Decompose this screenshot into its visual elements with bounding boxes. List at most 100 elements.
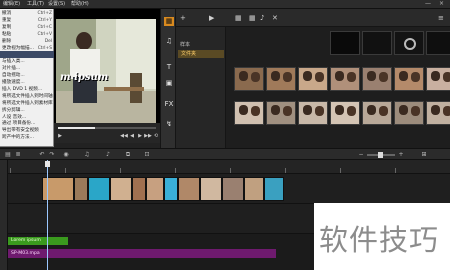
video-clip[interactable] <box>244 177 264 201</box>
fit-icon[interactable]: ⊞ <box>420 151 428 159</box>
video-clip[interactable] <box>178 177 200 201</box>
audio-icon[interactable]: ♫ <box>164 37 174 46</box>
path-icon[interactable]: ↯ <box>164 120 174 129</box>
watermark: 软件技巧 <box>314 203 450 270</box>
menu-settings[interactable]: 设置(S) <box>48 1 65 8</box>
menu-item-label: 拆分剪辑... <box>2 107 25 113</box>
storyboard-icon[interactable]: ▤ <box>4 151 12 159</box>
nav-samples[interactable]: 样本 <box>180 41 190 48</box>
fx-icon[interactable]: FX <box>164 100 174 109</box>
thumbnail-image <box>271 71 280 81</box>
preview-window[interactable]: m ipsum <box>54 9 160 123</box>
redo-icon[interactable]: ↷ <box>48 151 56 159</box>
zoom-in-icon[interactable]: + <box>397 151 405 159</box>
record-icon[interactable]: ◉ <box>62 151 70 159</box>
repeat-icon[interactable]: ⟲ <box>152 133 160 140</box>
playhead[interactable] <box>47 160 48 270</box>
show-photo-icon[interactable]: ▦ <box>249 14 256 22</box>
playhead-handle[interactable] <box>45 161 50 167</box>
add-folder-icon[interactable]: + <box>180 14 186 22</box>
preview-progress-bar[interactable] <box>58 127 156 129</box>
auto-music-icon[interactable]: ♪ <box>104 151 112 159</box>
title-icon[interactable]: T <box>164 63 174 72</box>
show-video-icon[interactable]: ▦ <box>235 14 242 22</box>
thumbnail-image <box>411 106 420 116</box>
media-thumbnail[interactable] <box>266 101 296 125</box>
thumbnail-image <box>443 106 450 116</box>
timeline-view-icon[interactable]: ≣ <box>14 151 22 159</box>
media-thumbnail[interactable] <box>234 67 264 91</box>
thumbnail-image <box>379 106 388 116</box>
menu-item-label: 通过 项目备份... <box>2 121 36 127</box>
video-clip[interactable] <box>222 177 244 201</box>
watermark-text: 软件技巧 <box>319 223 440 257</box>
ruler-tick <box>175 168 176 173</box>
menu-item-label: 将所选文件插入到时间轴 <box>2 93 53 99</box>
menu-item-label: 更改视为幅描... <box>2 45 34 51</box>
mixer-icon[interactable]: ♫ <box>83 151 91 159</box>
ruler-tick <box>340 168 341 173</box>
media-thumbnail[interactable] <box>330 101 360 125</box>
prev-frame-icon[interactable]: ◀ <box>128 133 136 140</box>
thumbnail-image <box>283 106 292 116</box>
forward-icon[interactable]: ▶▶ <box>144 133 152 140</box>
media-thumbnail[interactable] <box>362 101 392 125</box>
thumbnail-image <box>347 106 356 116</box>
menu-item-label: 将所选文件插入到素材库 <box>2 100 53 106</box>
thumbnail-image <box>431 71 440 81</box>
import-icon[interactable]: ▶ <box>209 14 214 22</box>
thumbnail-image <box>399 105 408 115</box>
video-track <box>8 174 450 204</box>
video-clip[interactable] <box>88 177 110 201</box>
music-clip[interactable]: SP-M03.mpa <box>8 249 276 258</box>
media-thumbnail[interactable] <box>330 31 360 55</box>
view-options-icon[interactable]: ≡ <box>438 14 444 22</box>
thumbnail-image <box>283 72 292 82</box>
media-thumbnail[interactable] <box>298 67 328 91</box>
menu-tools[interactable]: 工具(T) <box>27 1 44 8</box>
video-clip[interactable] <box>200 177 222 201</box>
media-thumbnail[interactable] <box>426 67 450 91</box>
title-clip[interactable]: Lorem ipsum <box>8 237 68 245</box>
menu-item-label: 导出带有安全视频 <box>2 128 39 134</box>
media-thumbnail[interactable] <box>394 67 424 91</box>
video-clip[interactable] <box>264 177 284 201</box>
video-clip[interactable] <box>132 177 146 201</box>
media-thumbnail[interactable] <box>362 31 392 55</box>
media-thumbnail[interactable] <box>394 31 424 55</box>
thumbnail-image <box>239 105 248 115</box>
video-clip[interactable] <box>164 177 178 201</box>
chapter-icon[interactable]: ⊡ <box>143 151 151 159</box>
video-clip[interactable] <box>146 177 164 201</box>
video-clip[interactable] <box>110 177 132 201</box>
media-thumbnail[interactable] <box>394 101 424 125</box>
media-thumbnail[interactable] <box>426 101 450 125</box>
media-thumbnail[interactable] <box>362 67 392 91</box>
media-thumbnail[interactable] <box>234 101 264 125</box>
media-thumbnail[interactable] <box>298 101 328 125</box>
split-icon[interactable]: ⧉ <box>124 151 132 159</box>
edit-menu-item[interactable]: 跨产中的方法... <box>0 134 54 141</box>
show-audio-icon[interactable]: ♪ <box>260 14 264 22</box>
video-clip[interactable] <box>74 177 88 201</box>
zoom-knob[interactable] <box>378 152 383 158</box>
undo-icon[interactable]: ↶ <box>38 151 46 159</box>
nav-folder-selected[interactable]: 文件夹 <box>178 50 224 58</box>
play-icon[interactable]: ▶ <box>56 133 64 140</box>
media-thumbnail[interactable] <box>426 31 450 55</box>
minimize-icon[interactable]: — <box>425 0 431 8</box>
menu-edit[interactable]: 编辑(E) <box>3 1 20 8</box>
graphic-icon[interactable]: ▣ <box>164 79 174 88</box>
media-thumbnail[interactable] <box>266 67 296 91</box>
menu-help[interactable]: 帮助(H) <box>71 1 89 8</box>
close-icon[interactable]: × <box>439 0 444 8</box>
time-ruler[interactable] <box>8 160 450 174</box>
media-icon[interactable]: ▦ <box>164 17 174 26</box>
thumbnail-image <box>315 106 324 116</box>
zoom-out-icon[interactable]: − <box>357 151 365 159</box>
media-thumbnail[interactable] <box>330 67 360 91</box>
menu-item-label: 与插入类... <box>2 59 25 65</box>
delete-icon[interactable]: ✕ <box>272 14 278 22</box>
rewind-icon[interactable]: ◀◀ <box>120 133 128 140</box>
next-frame-icon[interactable]: ▶ <box>136 133 144 140</box>
